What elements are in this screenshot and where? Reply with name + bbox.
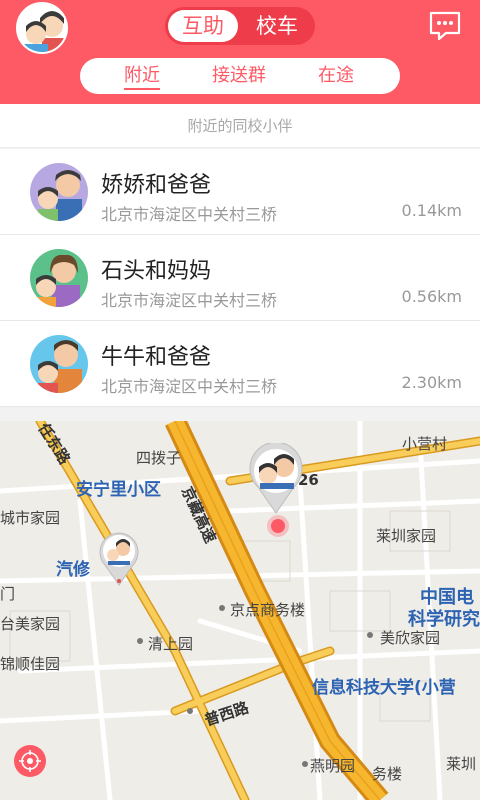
sub-tab-bar: 附近 接送群 在途 [80,58,400,94]
tab-school-bus[interactable]: 校车 [242,10,312,42]
item-distance: 2.30km [401,373,462,392]
tab-nearby[interactable]: 附近 [124,58,160,94]
map-place-label: 京点商务楼 [230,601,306,619]
map-place-label: 莱圳 [446,755,477,773]
map-place-label: 信息科技大学(小营 [312,678,456,698]
user-location-pin-icon[interactable] [246,443,306,515]
dad-kid-avatar-icon [30,335,88,393]
mom-kid-avatar-icon [30,249,88,307]
map-view[interactable]: 任东路 四拨子 小营村 安宁里小区 京藏高速 26 莱圳家园 城市家园 汽修 门… [0,421,480,800]
section-label: 附近的同校小伴 [0,104,480,148]
item-address: 北京市海淀区中关村三桥 [101,291,278,310]
current-position-dot-icon [267,515,289,537]
tab-pickup-group[interactable]: 接送群 [212,58,266,94]
map-place-label: 燕明园 [310,757,356,775]
map-place-label: 锦顺佳园 [0,655,61,673]
nearby-list: 娇娇和爸爸 北京市海淀区中关村三桥 0.14km 石头和妈妈 北京市海淀区中关村… [0,149,480,407]
map-place-label: 安宁里小区 [76,480,161,500]
item-name: 牛牛和爸爸 [101,345,212,370]
item-name: 石头和妈妈 [101,259,212,284]
avatar [30,249,88,307]
list-item[interactable]: 石头和妈妈 北京市海淀区中关村三桥 0.56km [0,235,480,321]
map-place-label: 清上园 [148,635,194,653]
header-bar: 互助 校车 附近 接送群 在途 [0,0,480,104]
item-distance: 0.14km [401,201,462,220]
user-avatar[interactable] [16,2,68,54]
map-place-label: 台美家园 [0,615,61,633]
map-place-label: 务楼 [372,765,403,783]
item-name: 娇娇和爸爸 [101,173,212,198]
dad-kid-avatar-icon [30,163,88,221]
mode-segment: 互助 校车 [165,7,315,45]
map-place-label: 莱圳家园 [376,527,437,545]
crosshair-icon [19,750,41,772]
friend-location-pin-icon[interactable] [98,531,140,587]
item-address: 北京市海淀区中关村三桥 [101,205,278,224]
tab-on-the-way[interactable]: 在途 [318,58,354,94]
list-item[interactable]: 牛牛和爸爸 北京市海淀区中关村三桥 2.30km [0,321,480,407]
map-place-label: 汽修 [56,560,90,580]
map-place-label: 美欣家园 [380,629,441,647]
map-place-label: 门 [0,585,16,603]
list-item[interactable]: 娇娇和爸爸 北京市海淀区中关村三桥 0.14km [0,149,480,235]
map-place-label: 城市家园 [0,509,61,527]
avatar [30,163,88,221]
map-place-label: 小营村 [402,435,448,453]
message-button[interactable] [428,10,462,42]
locate-button[interactable] [14,745,46,777]
family-avatar-icon [18,4,66,52]
map-place-label: 四拨子 [136,449,182,467]
item-address: 北京市海淀区中关村三桥 [101,377,278,396]
avatar [30,335,88,393]
tab-mutual-help[interactable]: 互助 [168,10,238,42]
item-distance: 0.56km [401,287,462,306]
chat-bubble-icon [429,11,461,41]
